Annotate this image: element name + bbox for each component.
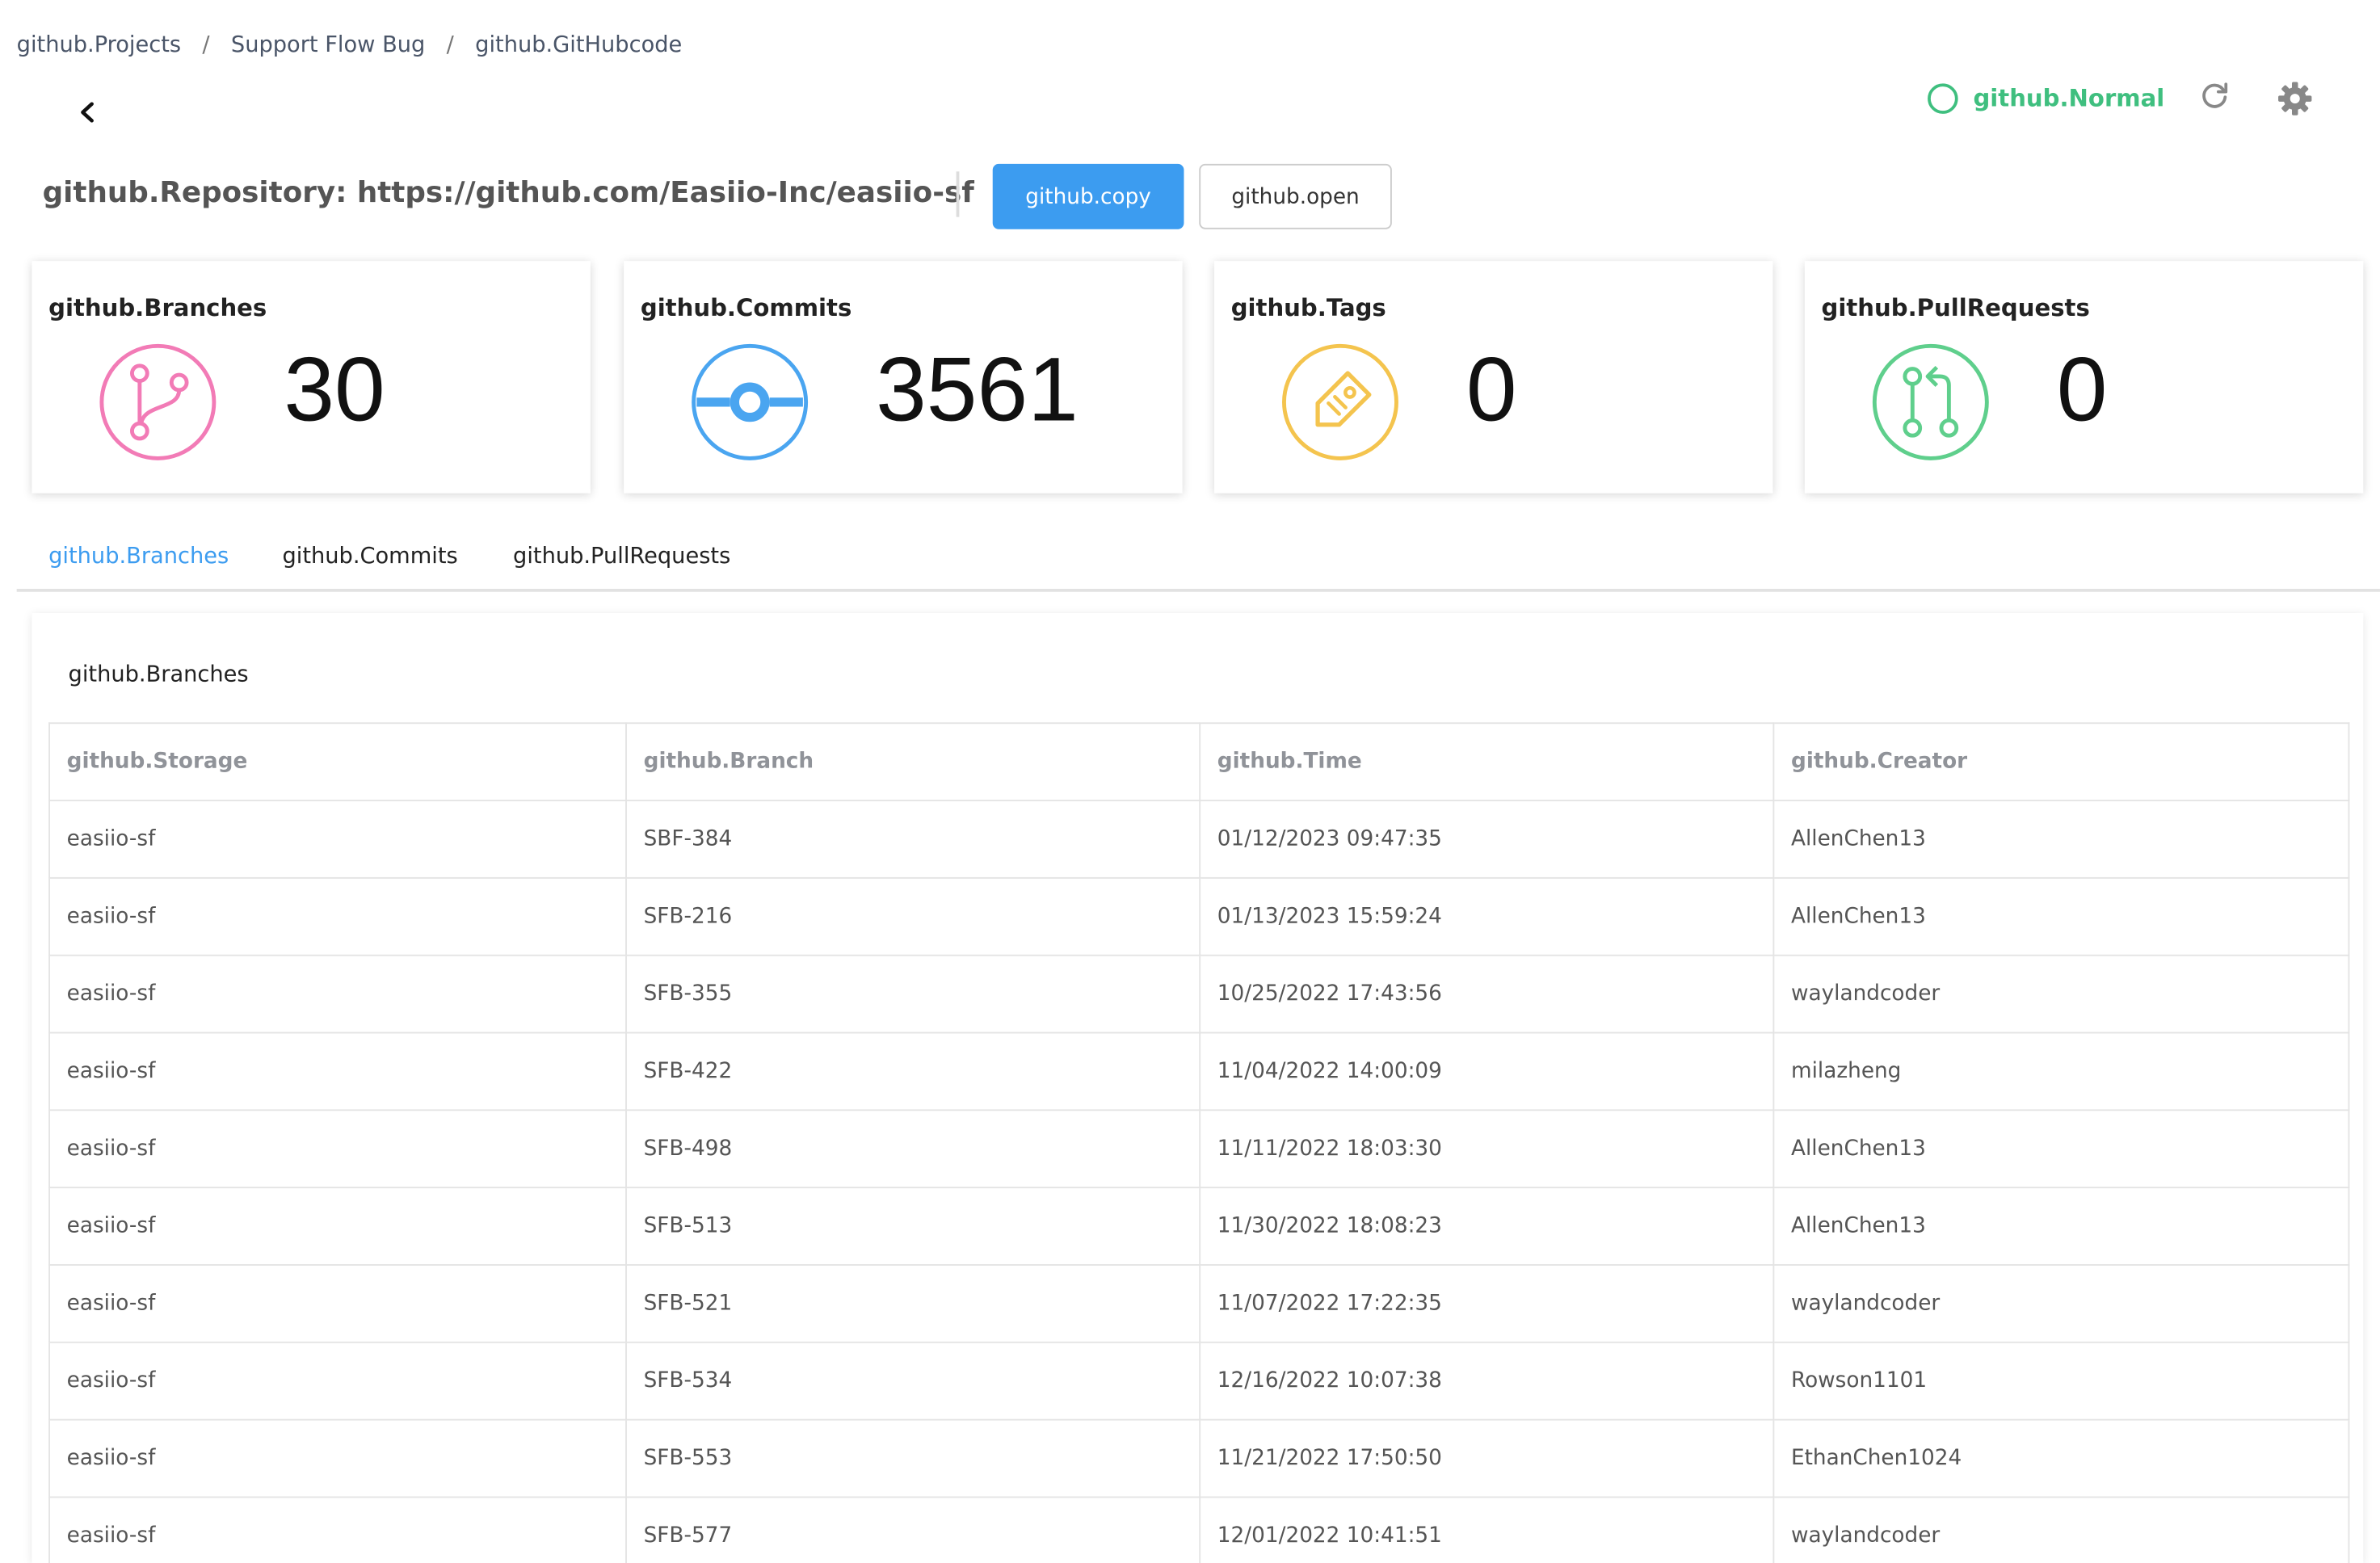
creator-cell: milazheng: [1772, 1031, 2350, 1111]
branch-cell: SFB-577: [625, 1496, 1201, 1563]
refresh-icon[interactable]: [2198, 81, 2231, 114]
creator-cell: waylandcoder: [1772, 954, 2350, 1034]
table-row[interactable]: easiio-sf SFB-422 11/04/2022 14:00:09 mi…: [48, 1031, 2350, 1111]
panel-title: github.Branches: [68, 663, 249, 688]
time-cell: 11/11/2022 18:03:30: [1199, 1109, 1775, 1189]
branch-icon: [99, 343, 217, 462]
storage-cell: easiio-sf: [48, 1418, 627, 1498]
time-cell: 10/25/2022 17:43:56: [1199, 954, 1775, 1034]
divider: [956, 171, 960, 217]
creator-cell: AllenChen13: [1772, 1187, 2350, 1266]
creator-cell: Rowson1101: [1772, 1341, 2350, 1421]
column-header-branch[interactable]: github.Branch: [625, 722, 1201, 802]
tab-bar: github.Branches github.Commits github.Pu…: [16, 530, 2380, 592]
breadcrumb-project-name[interactable]: Support Flow Bug: [231, 33, 425, 57]
creator-cell: waylandcoder: [1772, 1496, 2350, 1563]
creator-cell: waylandcoder: [1772, 1264, 2350, 1343]
creator-cell: AllenChen13: [1772, 876, 2350, 956]
time-cell: 12/01/2022 10:41:51: [1199, 1496, 1775, 1563]
tab-pull-requests[interactable]: github.PullRequests: [513, 544, 730, 569]
back-icon[interactable]: [73, 97, 103, 128]
table-row[interactable]: easiio-sf SBF-384 01/12/2023 09:47:35 Al…: [48, 800, 2350, 879]
table-row[interactable]: easiio-sf SFB-521 11/07/2022 17:22:35 wa…: [48, 1264, 2350, 1343]
branch-cell: SFB-553: [625, 1418, 1201, 1498]
stat-card-label: github.Tags: [1230, 294, 1386, 322]
table-row[interactable]: easiio-sf SFB-216 01/13/2023 15:59:24 Al…: [48, 876, 2350, 956]
storage-cell: easiio-sf: [48, 1496, 627, 1563]
breadcrumb-separator: /: [446, 33, 454, 58]
column-header-creator[interactable]: github.Creator: [1772, 722, 2350, 802]
status-label: github.Normal: [1973, 85, 2165, 113]
branches-table: github.Storage github.Branch github.Time…: [48, 722, 2350, 1563]
table-row[interactable]: easiio-sf SFB-577 12/01/2022 10:41:51 wa…: [48, 1496, 2350, 1563]
branches-panel: github.Branches github.Storage github.Br…: [32, 613, 2364, 1563]
storage-cell: easiio-sf: [48, 800, 627, 879]
branch-cell: SFB-216: [625, 876, 1201, 956]
tag-icon: [1281, 343, 1400, 462]
stat-card-pull-requests: github.PullRequests 0: [1804, 261, 2364, 494]
status-indicator: github.Normal: [1928, 83, 2164, 114]
creator-cell: AllenChen13: [1772, 800, 2350, 879]
column-header-storage[interactable]: github.Storage: [48, 722, 627, 802]
branch-cell: SFB-521: [625, 1264, 1201, 1343]
storage-cell: easiio-sf: [48, 1341, 627, 1421]
creator-cell: EthanChen1024: [1772, 1418, 2350, 1498]
table-row[interactable]: easiio-sf SFB-498 11/11/2022 18:03:30 Al…: [48, 1109, 2350, 1189]
storage-cell: easiio-sf: [48, 1264, 627, 1343]
open-button[interactable]: github.open: [1199, 163, 1392, 229]
column-header-time[interactable]: github.Time: [1199, 722, 1775, 802]
time-cell: 01/12/2023 09:47:35: [1199, 800, 1775, 879]
time-cell: 11/30/2022 18:08:23: [1199, 1187, 1775, 1266]
branch-cell: SFB-422: [625, 1031, 1201, 1111]
breadcrumb-separator: /: [202, 33, 210, 58]
time-cell: 11/21/2022 17:50:50: [1199, 1418, 1775, 1498]
stat-card-label: github.Commits: [640, 294, 852, 322]
branch-cell: SFB-534: [625, 1341, 1201, 1421]
stat-card-commits: github.Commits 3561: [624, 261, 1183, 494]
copy-button[interactable]: github.copy: [992, 163, 1184, 229]
table-row[interactable]: easiio-sf SFB-513 11/30/2022 18:08:23 Al…: [48, 1187, 2350, 1266]
table-header-row: github.Storage github.Branch github.Time…: [48, 722, 2350, 802]
gear-icon[interactable]: [2277, 81, 2312, 116]
stat-card-value: 0: [2056, 338, 2108, 440]
table-row[interactable]: easiio-sf SFB-553 11/21/2022 17:50:50 Et…: [48, 1418, 2350, 1498]
time-cell: 12/16/2022 10:07:38: [1199, 1341, 1775, 1421]
time-cell: 01/13/2023 15:59:24: [1199, 876, 1775, 956]
branch-cell: SFB-355: [625, 954, 1201, 1034]
storage-cell: easiio-sf: [48, 876, 627, 956]
branch-cell: SBF-384: [625, 800, 1201, 879]
storage-cell: easiio-sf: [48, 1109, 627, 1189]
stat-card-value: 0: [1465, 338, 1517, 440]
branch-cell: SFB-513: [625, 1187, 1201, 1266]
storage-cell: easiio-sf: [48, 1031, 627, 1111]
branch-cell: SFB-498: [625, 1109, 1201, 1189]
breadcrumb-projects[interactable]: github.Projects: [17, 33, 181, 57]
creator-cell: AllenChen13: [1772, 1109, 2350, 1189]
time-cell: 11/07/2022 17:22:35: [1199, 1264, 1775, 1343]
stat-card-value: 30: [284, 338, 385, 440]
commit-icon: [691, 343, 809, 462]
stat-card-label: github.PullRequests: [1821, 294, 2090, 322]
storage-cell: easiio-sf: [48, 1187, 627, 1266]
breadcrumb-current: github.GitHubcode: [475, 33, 683, 58]
stat-card-branches: github.Branches 30: [32, 261, 591, 494]
table-row[interactable]: easiio-sf SFB-534 12/16/2022 10:07:38 Ro…: [48, 1341, 2350, 1421]
stat-card-tags: github.Tags 0: [1214, 261, 1773, 494]
tab-branches[interactable]: github.Branches: [48, 544, 229, 569]
stat-card-value: 3561: [876, 338, 1079, 440]
table-row[interactable]: easiio-sf SFB-355 10/25/2022 17:43:56 wa…: [48, 954, 2350, 1034]
pull-request-icon: [1872, 343, 1991, 462]
stat-card-label: github.Branches: [48, 294, 267, 322]
status-circle-icon: [1928, 83, 1958, 114]
breadcrumb: github.Projects / Support Flow Bug / github.…: [17, 33, 683, 57]
storage-cell: easiio-sf: [48, 954, 627, 1034]
tab-commits[interactable]: github.Commits: [282, 544, 457, 569]
time-cell: 11/04/2022 14:00:09: [1199, 1031, 1775, 1111]
repository-title: github.Repository: https://github.com/Ea…: [42, 175, 974, 210]
